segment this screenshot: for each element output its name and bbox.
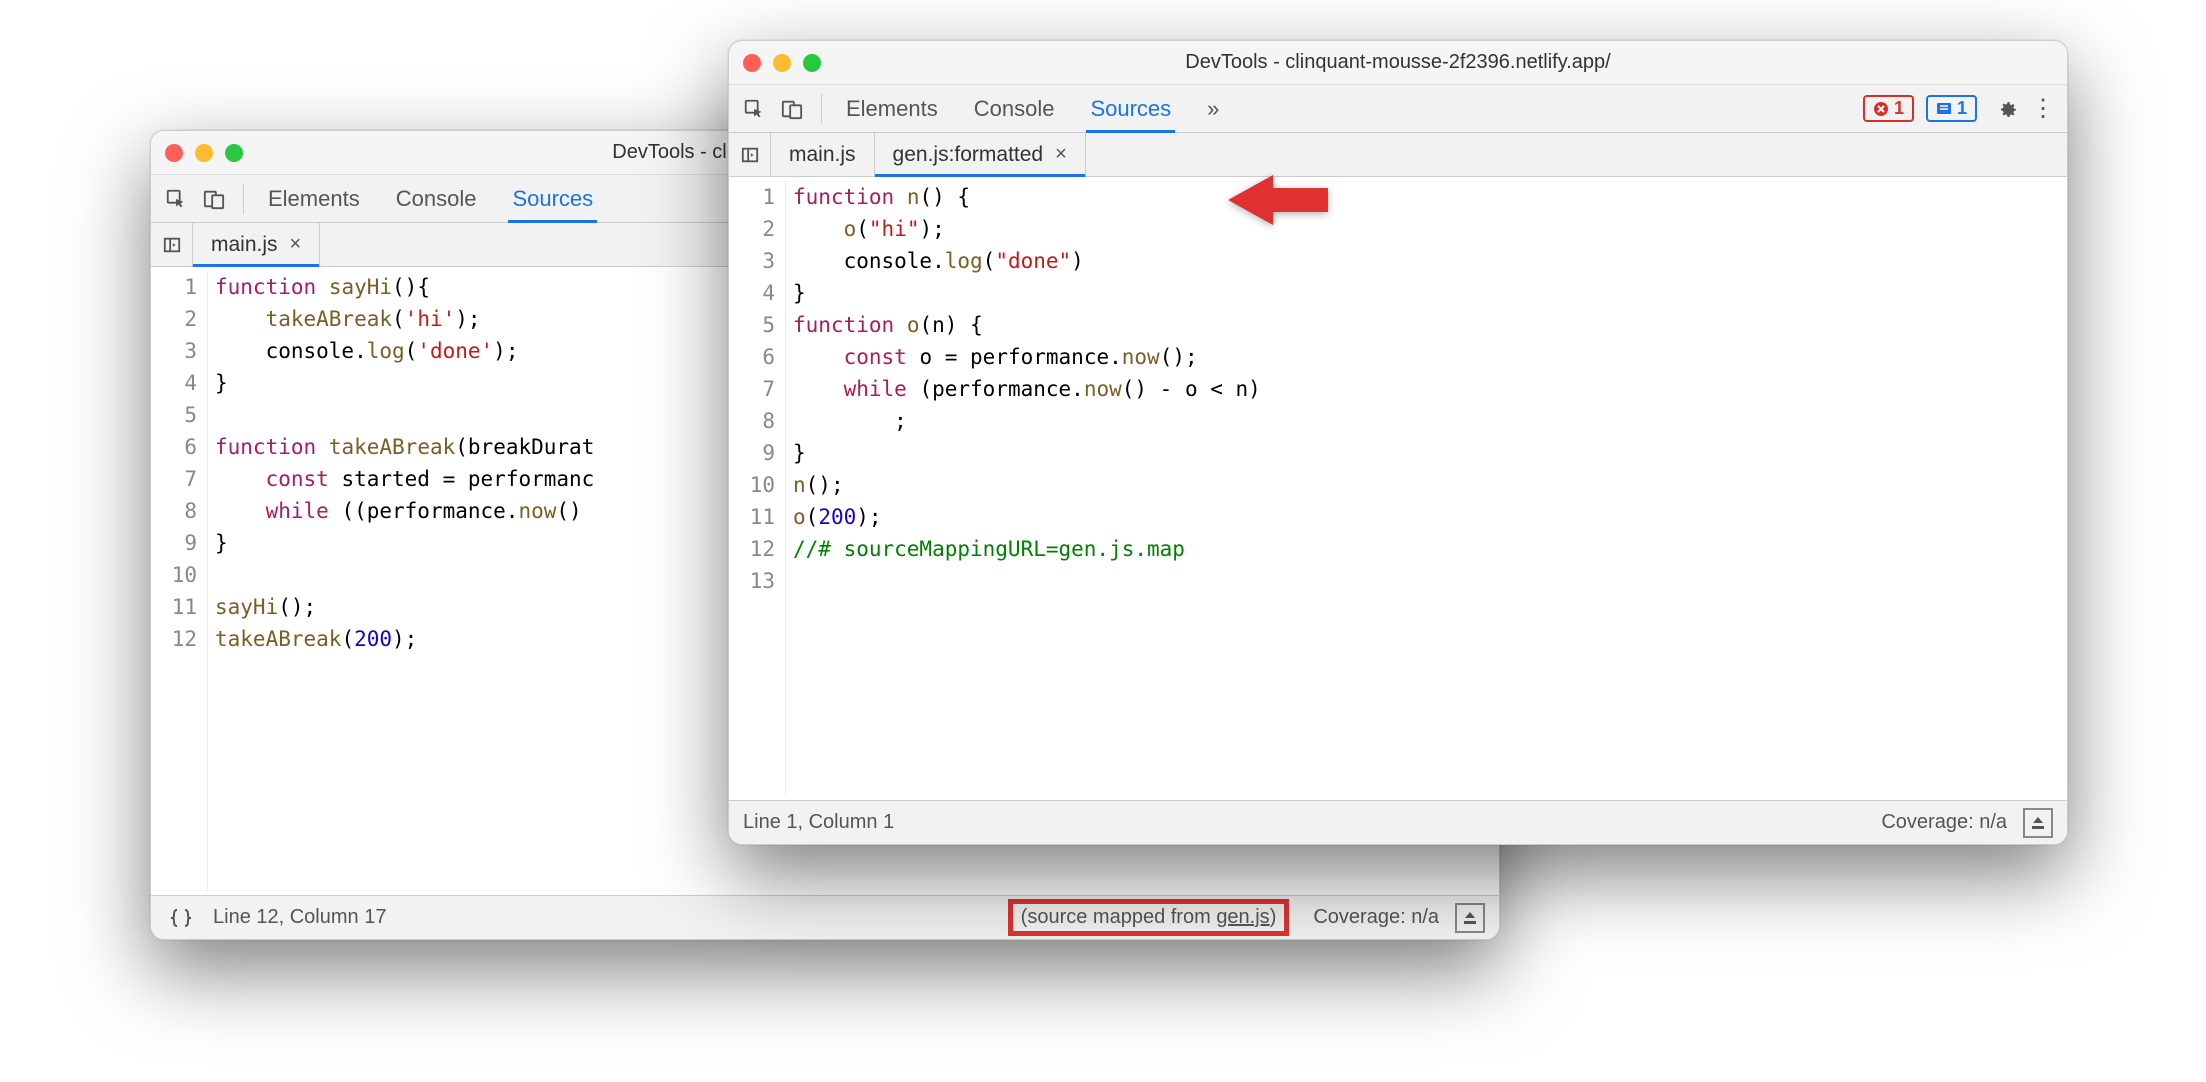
file-tab-main-js[interactable]: main.js xyxy=(771,133,875,176)
issue-count-badge[interactable]: 1 xyxy=(1926,95,1977,122)
status-bar: Line 1, Column 1 Coverage: n/a xyxy=(729,800,2067,844)
file-tab-label: main.js xyxy=(789,143,856,167)
navigator-toggle-icon[interactable] xyxy=(151,223,193,266)
file-tab-main-js[interactable]: main.js × xyxy=(193,223,320,266)
line-gutter: 123456789101112 xyxy=(151,267,207,895)
error-count-badge[interactable]: 1 xyxy=(1863,95,1914,122)
source-map-link[interactable]: gen.js xyxy=(1216,906,1269,928)
gear-icon[interactable] xyxy=(1989,97,2025,121)
inspect-element-icon[interactable] xyxy=(157,181,195,217)
code-editor[interactable]: 12345678910111213 function n() { o("hi")… xyxy=(729,177,2067,800)
device-toolbar-icon[interactable] xyxy=(773,91,811,127)
tab-elements[interactable]: Elements xyxy=(264,176,364,222)
separator xyxy=(243,184,244,214)
zoom-window-icon[interactable] xyxy=(225,144,243,162)
cursor-position: Line 1, Column 1 xyxy=(743,811,894,834)
separator xyxy=(821,94,822,124)
panel-tabs: Elements Console Sources xyxy=(254,176,607,222)
tab-sources[interactable]: Sources xyxy=(508,176,597,222)
panel-tabs: Elements Console Sources » xyxy=(832,86,1233,132)
file-tab-gen-js-formatted[interactable]: gen.js:formatted × xyxy=(875,133,1086,176)
tab-sources[interactable]: Sources xyxy=(1086,86,1175,132)
pretty-print-icon[interactable] xyxy=(165,908,197,928)
panel-toolbar: Elements Console Sources » 1 1 ⋮ xyxy=(729,85,2067,133)
minimize-window-icon[interactable] xyxy=(195,144,213,162)
device-toolbar-icon[interactable] xyxy=(195,181,233,217)
file-tab-label: gen.js:formatted xyxy=(893,143,1044,167)
line-gutter: 12345678910111213 xyxy=(729,177,785,800)
annotation-arrow-icon xyxy=(1218,160,1338,245)
window-title: DevTools - clinquant-mousse-2f2396.netli… xyxy=(729,51,2067,74)
minimize-window-icon[interactable] xyxy=(773,54,791,72)
kebab-menu-icon[interactable]: ⋮ xyxy=(2025,94,2061,123)
drawer-toggle-icon[interactable] xyxy=(2023,808,2053,838)
coverage-status: Coverage: n/a xyxy=(1313,906,1439,929)
cursor-position: Line 12, Column 17 xyxy=(213,906,386,929)
drawer-toggle-icon[interactable] xyxy=(1455,903,1485,933)
traffic-lights xyxy=(165,144,243,162)
close-window-icon[interactable] xyxy=(743,54,761,72)
tab-console[interactable]: Console xyxy=(392,176,481,222)
close-icon[interactable]: × xyxy=(1055,143,1067,166)
file-tabs: main.js gen.js:formatted × xyxy=(729,133,2067,177)
status-bar: Line 12, Column 17 (source mapped from g… xyxy=(151,895,1499,939)
traffic-lights xyxy=(743,54,821,72)
file-tab-label: main.js xyxy=(211,233,278,257)
code-content[interactable]: function n() { o("hi"); console.log("don… xyxy=(785,177,2067,800)
source-mapped-callout: (source mapped from gen.js) xyxy=(1008,899,1290,936)
coverage-status: Coverage: n/a xyxy=(1881,811,2007,834)
devtools-window-front: DevTools - clinquant-mousse-2f2396.netli… xyxy=(728,40,2068,845)
tab-console[interactable]: Console xyxy=(970,86,1059,132)
inspect-element-icon[interactable] xyxy=(735,91,773,127)
close-window-icon[interactable] xyxy=(165,144,183,162)
more-tabs-icon[interactable]: » xyxy=(1203,86,1223,132)
tab-elements[interactable]: Elements xyxy=(842,86,942,132)
zoom-window-icon[interactable] xyxy=(803,54,821,72)
close-icon[interactable]: × xyxy=(290,233,302,256)
navigator-toggle-icon[interactable] xyxy=(729,133,771,176)
titlebar: DevTools - clinquant-mousse-2f2396.netli… xyxy=(729,41,2067,85)
